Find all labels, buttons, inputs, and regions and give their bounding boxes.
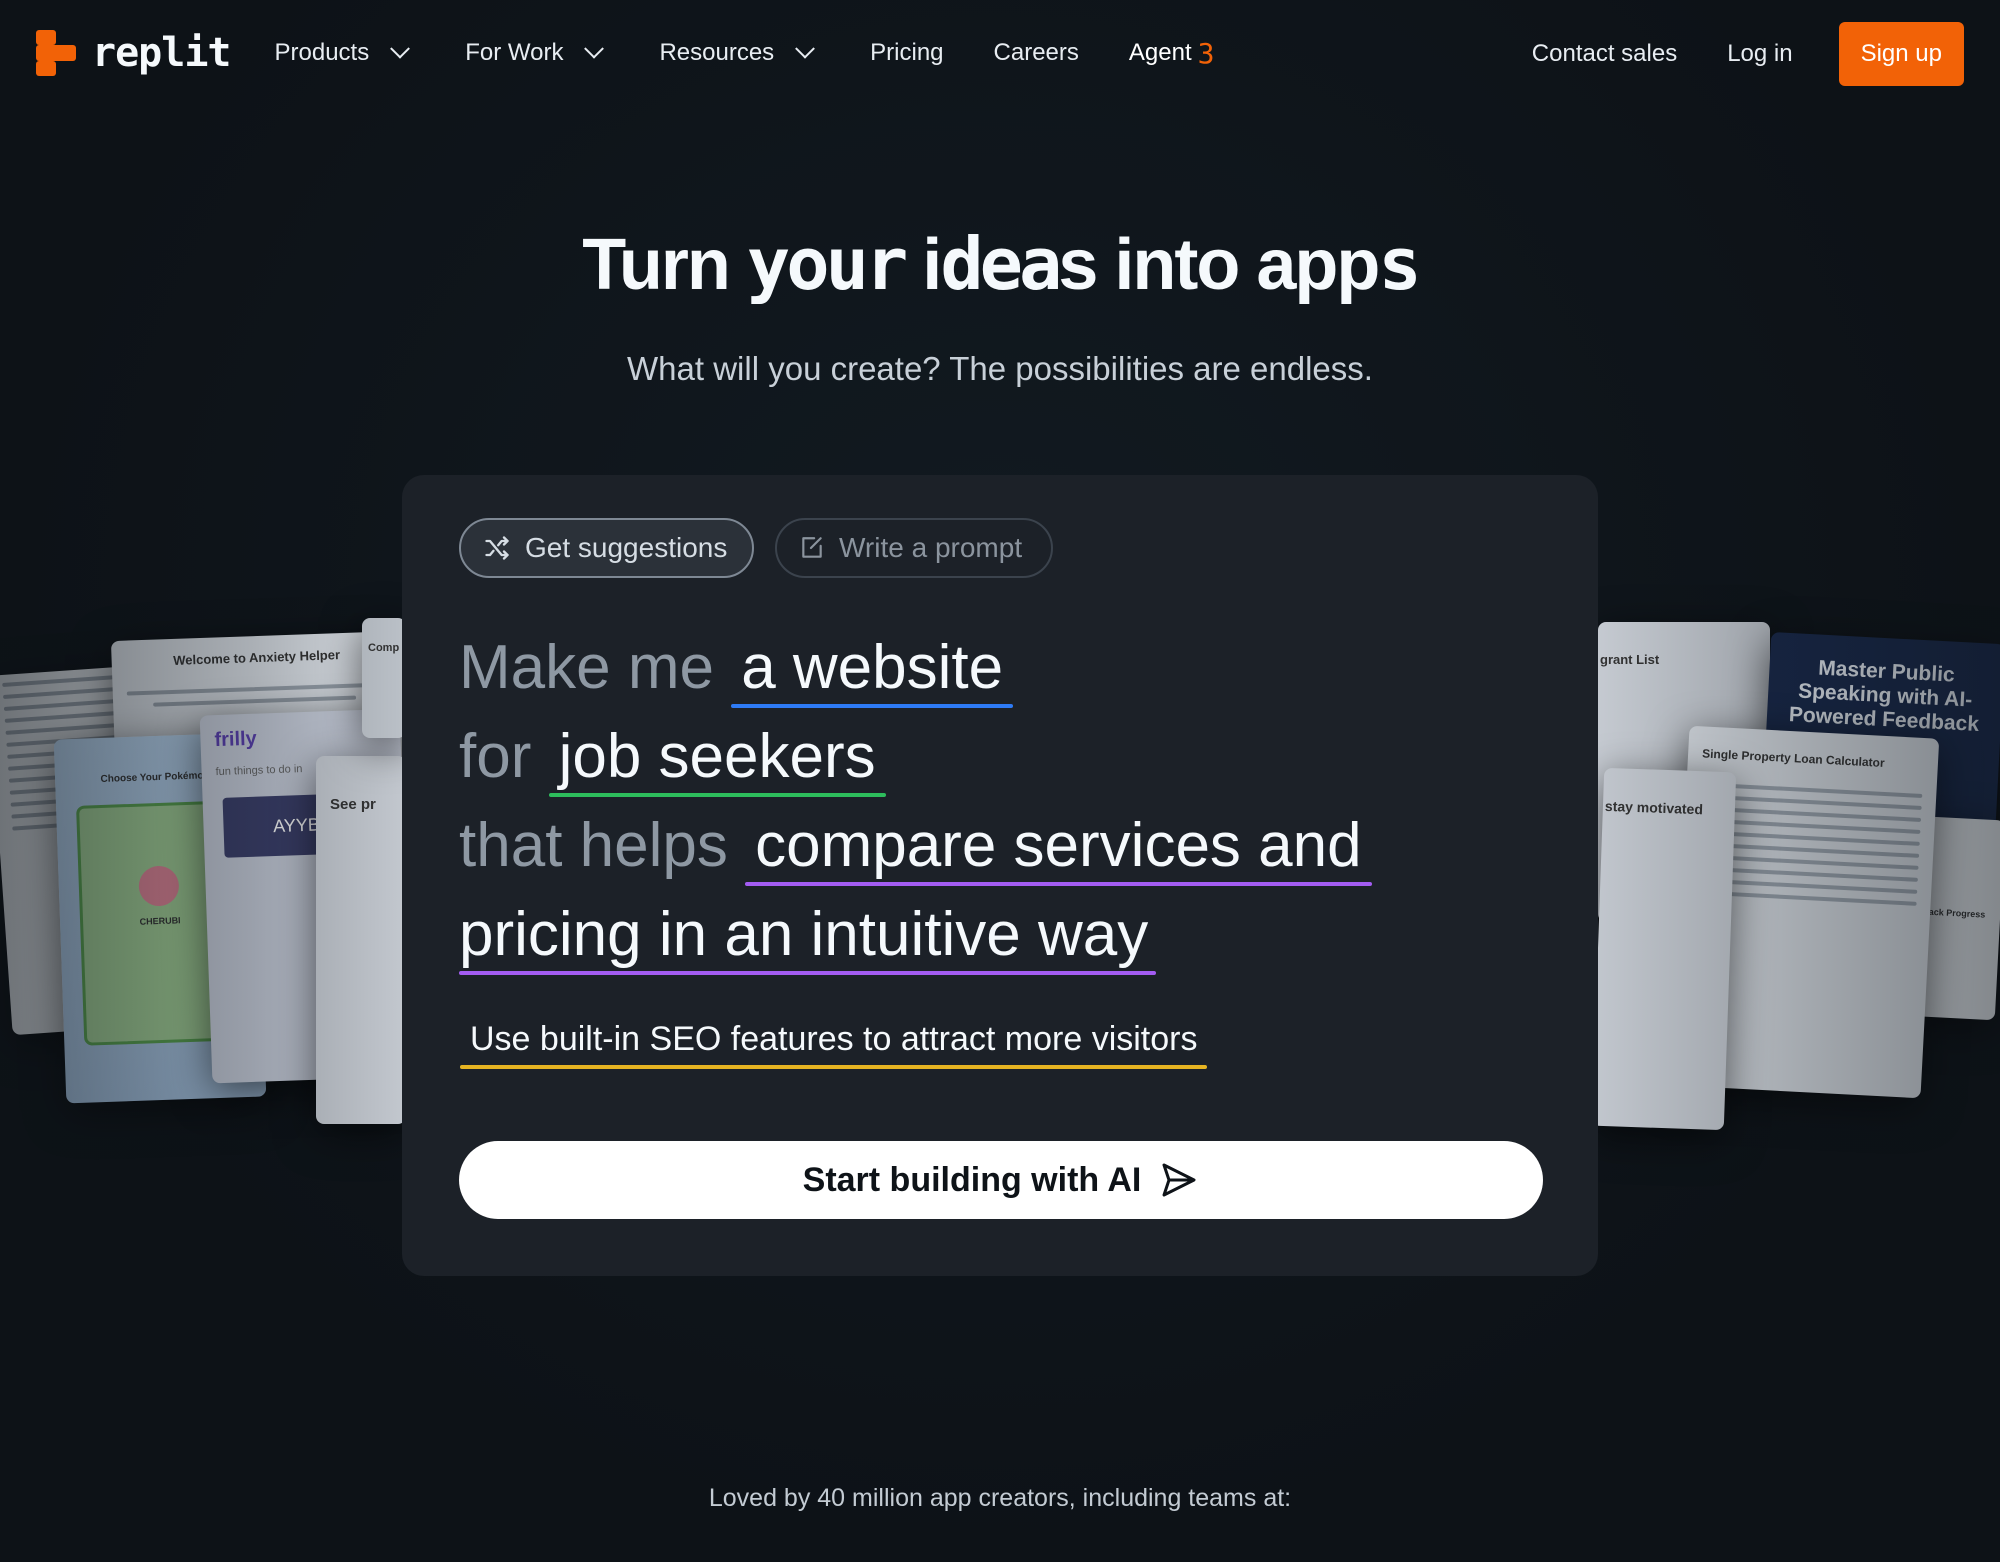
hero-title-part: i [904,225,942,305]
nav-items: Products For Work Resources Pricing Care… [275,37,1215,70]
nav-pricing[interactable]: Pricing [870,39,943,67]
hero-title-part: s into app [1058,225,1380,305]
prompt-slot-audience[interactable]: job seekers [548,712,886,801]
page: replit Products For Work Resources Prici… [0,0,2000,1562]
showcase-card-motivated: stay motivated [1591,767,1737,1131]
nav-agent-label: Agent [1128,39,1192,66]
hero-title-pixel-part: s [1378,222,1421,306]
nav-products-label: Products [274,39,370,66]
prompt-composer: Get suggestions Write a prompt Make me a… [402,475,1598,1276]
feature-suggestion[interactable]: Use built-in SEO features to attract mor… [460,1020,1208,1069]
nav-resources[interactable]: Resources [659,38,816,67]
card-title: See pr [330,796,376,813]
sign-up-button[interactable]: Sign up [1838,22,1964,86]
hero-title: Turn your ideas into apps [0,222,2000,306]
replit-logo-icon [36,30,76,76]
hero-subtitle: What will you create? The possibilities … [627,350,1373,387]
prompt-fixed-text: that helps [459,811,728,880]
prompt-text[interactable]: Make me a website for job seekers that h… [459,623,1549,979]
prompt-line: pricing in an intuitive way [459,890,1549,979]
nav-resources-label: Resources [659,39,775,66]
prompt-slot-purpose-cont[interactable]: pricing in an intuitive way [459,890,1157,979]
nav-careers-label: Careers [993,39,1079,66]
shuffle-icon [485,536,509,560]
prompt-slot-purpose[interactable]: compare services and [745,801,1372,890]
prompt-line: Make me a website [459,623,1549,712]
nav-pricing-label: Pricing [870,39,944,66]
chevron-down-icon [584,38,605,59]
card-title: stay motivated [1604,797,1704,818]
send-icon [1162,1163,1196,1197]
get-suggestions-tab[interactable]: Get suggestions [459,518,754,578]
nav-agent[interactable]: Agent 3 [1129,37,1215,70]
edit-icon [802,537,822,558]
write-prompt-label: Write a prompt [839,532,1023,563]
showcase-card-comp: Comp [362,618,406,738]
hero-title-pixel-part: dea [940,222,1062,306]
write-prompt-tab[interactable]: Write a prompt [775,518,1053,578]
prompt-slot-what[interactable]: a website [731,623,1014,712]
nav-careers[interactable]: Careers [994,39,1079,67]
replit-logo[interactable]: replit [36,30,231,76]
agent-version-badge: 3 [1197,36,1215,70]
log-in-link[interactable]: Log in [1727,40,1792,68]
prompt-line: for job seekers [459,712,1549,801]
get-suggestions-label: Get suggestions [525,532,728,563]
card-title: grant List [1600,652,1660,667]
chevron-down-icon [795,38,816,59]
hero-title-part: Turn [582,225,747,305]
top-nav: replit Products For Work Resources Prici… [0,0,2000,106]
prompt-fixed-text: for [459,722,532,791]
start-building-label: Start building with AI [802,1160,1142,1199]
contact-sales-link[interactable]: Contact sales [1532,40,1677,68]
card-title: Comp [368,642,400,654]
prompt-line: that helps compare services and [459,801,1549,890]
nav-right: Contact sales Log in Sign up [1532,22,1964,86]
hero-title-pixel-part: your [746,222,908,306]
prompt-fixed-text: Make me [459,633,714,702]
card-title: Welcome to Anxiety Helper [172,647,341,668]
showcase-card-compare: See pr [316,756,406,1124]
logo-text: replit [92,30,231,76]
nav-products[interactable]: Products [274,38,411,67]
nav-for-work-label: For Work [465,39,564,66]
chevron-down-icon [390,38,411,59]
social-proof-text: Loved by 40 million app creators, includ… [708,1484,1292,1512]
start-building-button[interactable]: Start building with AI [459,1141,1543,1219]
nav-for-work[interactable]: For Work [465,38,605,67]
